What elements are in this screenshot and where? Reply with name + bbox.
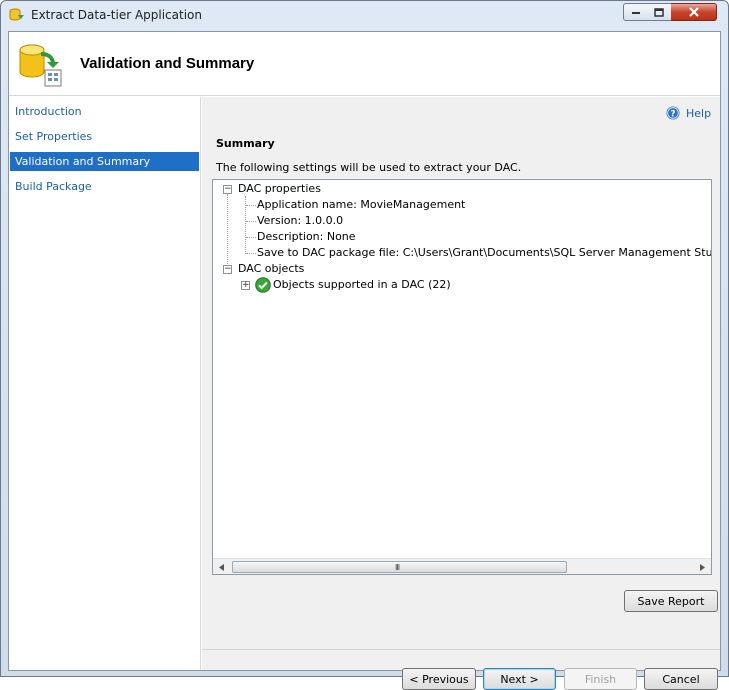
tree-connector bbox=[246, 237, 256, 238]
database-export-icon bbox=[19, 44, 62, 87]
horizontal-scrollbar[interactable]: III bbox=[213, 558, 711, 574]
scroll-right-arrow[interactable] bbox=[694, 559, 710, 574]
nav-item-introduction[interactable]: Introduction bbox=[10, 102, 199, 121]
page-header: Validation and Summary bbox=[9, 32, 720, 96]
svg-text:?: ? bbox=[670, 110, 675, 120]
minimize-button[interactable] bbox=[623, 3, 648, 21]
page-title: Validation and Summary bbox=[80, 55, 255, 72]
collapse-dac-properties[interactable]: − bbox=[223, 185, 232, 194]
help-link[interactable]: ? Help bbox=[666, 105, 711, 121]
tree-connector bbox=[227, 194, 228, 268]
tree-leaf-description[interactable]: Description: None bbox=[257, 229, 356, 245]
tree-leaf-application-name[interactable]: Application name: MovieManagement bbox=[257, 197, 465, 213]
main-panel: ? Help Summary The following settings wi… bbox=[202, 97, 720, 690]
arrow-left-icon bbox=[219, 563, 224, 571]
dialog-client-area: Validation and Summary Introduction Set … bbox=[8, 31, 721, 690]
footer-divider bbox=[202, 649, 720, 650]
dac-app-icon bbox=[9, 8, 24, 21]
summary-description: The following settings will be used to e… bbox=[216, 161, 522, 174]
window-title: Extract Data-tier Application bbox=[31, 8, 202, 22]
next-button[interactable]: Next > bbox=[483, 668, 556, 690]
expand-objects-supported[interactable]: + bbox=[241, 281, 250, 290]
collapse-dac-objects[interactable]: − bbox=[223, 265, 232, 274]
title-bar[interactable]: Extract Data-tier Application bbox=[1, 1, 728, 31]
scrollbar-thumb[interactable]: III bbox=[232, 561, 567, 573]
close-icon bbox=[688, 7, 699, 17]
maximize-icon bbox=[654, 7, 664, 17]
check-success-icon bbox=[255, 277, 271, 293]
maximize-button[interactable] bbox=[647, 3, 672, 21]
nav-item-build-package[interactable]: Build Package bbox=[10, 177, 199, 196]
tree-connector bbox=[246, 221, 256, 222]
tree-leaf-save-path[interactable]: Save to DAC package file: C:\Users\Grant… bbox=[257, 245, 711, 261]
summary-tree[interactable]: − DAC properties Application name: Movie… bbox=[212, 179, 712, 575]
arrow-right-icon bbox=[700, 563, 705, 571]
help-label: Help bbox=[686, 106, 712, 120]
tree-leaf-version[interactable]: Version: 1.0.0.0 bbox=[257, 213, 343, 229]
close-button[interactable] bbox=[671, 3, 717, 21]
tree-connector bbox=[246, 205, 256, 206]
tree-connector bbox=[246, 253, 256, 254]
dialog-window: Extract Data-tier Application Validation… bbox=[0, 0, 729, 690]
finish-button[interactable]: Finish bbox=[564, 668, 637, 690]
tree-node-objects-supported[interactable]: Objects supported in a DAC (22) bbox=[273, 277, 451, 293]
save-report-button[interactable]: Save Report bbox=[624, 590, 718, 612]
nav-item-set-properties[interactable]: Set Properties bbox=[10, 127, 199, 146]
minimize-icon bbox=[631, 12, 640, 14]
help-icon: ? bbox=[666, 106, 680, 120]
summary-heading: Summary bbox=[216, 137, 275, 150]
scroll-left-arrow[interactable] bbox=[214, 559, 230, 574]
scrollbar-grip: III bbox=[395, 563, 400, 572]
wizard-nav: Introduction Set Properties Validation a… bbox=[9, 97, 201, 670]
tree-node-dac-objects[interactable]: DAC objects bbox=[238, 261, 304, 277]
cancel-button[interactable]: Cancel bbox=[644, 668, 718, 690]
previous-button[interactable]: < Previous bbox=[402, 668, 476, 690]
nav-item-validation-and-summary[interactable]: Validation and Summary bbox=[10, 152, 199, 171]
tree-node-dac-properties[interactable]: DAC properties bbox=[238, 181, 321, 197]
